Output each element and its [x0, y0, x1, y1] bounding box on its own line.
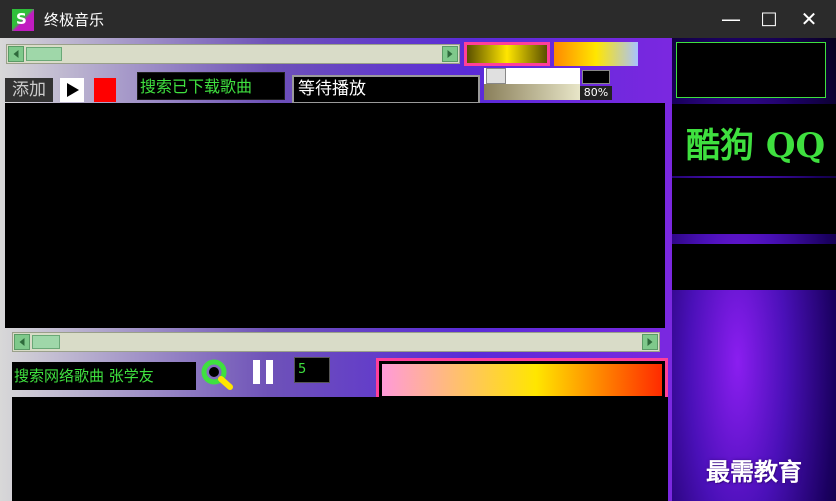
scrollbar-thumb[interactable]	[26, 47, 62, 61]
color-swatch-selected[interactable]	[464, 42, 550, 66]
playback-status-field: 等待播放	[292, 75, 480, 104]
volume-level-bar	[484, 84, 580, 100]
sidebar-panel-block	[672, 178, 836, 234]
progress-gradient-bar	[382, 364, 662, 396]
volume-percent-label: 80%	[580, 86, 612, 100]
app-logo-letter: S	[16, 10, 27, 28]
watermark-text: 最需教育	[706, 457, 802, 486]
volume-slider-handle[interactable]	[486, 68, 506, 84]
volume-indicator-box	[582, 70, 610, 84]
progress-frame[interactable]	[376, 358, 668, 402]
play-button[interactable]	[60, 78, 84, 102]
window-title: 终极音乐	[44, 11, 105, 29]
network-search-input[interactable]: 搜索网络歌曲 张学友	[12, 362, 196, 390]
top-horizontal-scrollbar[interactable]	[6, 44, 460, 64]
scroll-left-arrow-icon[interactable]	[8, 46, 24, 62]
scrollbar-thumb[interactable]	[32, 335, 60, 349]
search-downloaded-button[interactable]: 搜索已下载歌曲	[137, 72, 285, 100]
sidebar-panel-block	[672, 244, 836, 290]
sidebar-top-box	[676, 42, 826, 98]
scroll-left-arrow-icon[interactable]	[14, 334, 30, 350]
search-magnifier-icon	[201, 359, 233, 390]
maximize-button[interactable]: □	[754, 6, 784, 32]
scroll-right-arrow-icon[interactable]	[442, 46, 458, 62]
sidebar-banner-text: 酷狗 QQ	[686, 126, 826, 166]
app-logo-icon: S	[12, 9, 34, 31]
search-button[interactable]	[200, 358, 234, 390]
title-bar	[0, 0, 836, 38]
close-button[interactable]: ✕	[794, 6, 824, 32]
scroll-right-arrow-icon[interactable]	[642, 334, 658, 350]
bottom-horizontal-scrollbar[interactable]	[12, 332, 660, 352]
add-button[interactable]: 添加	[5, 78, 53, 102]
sidebar-banner: 酷狗 QQ	[672, 104, 836, 176]
pause-icon	[253, 360, 273, 384]
stop-button[interactable]	[94, 78, 116, 102]
pause-button[interactable]	[250, 358, 278, 386]
search-results-area[interactable]	[12, 397, 668, 501]
playlist-area[interactable]	[5, 103, 665, 328]
play-icon	[67, 83, 79, 97]
color-swatch[interactable]	[554, 42, 638, 66]
page-count-field[interactable]: 5	[294, 357, 330, 383]
volume-track-top[interactable]	[484, 68, 580, 84]
minimize-button[interactable]: —	[716, 6, 746, 32]
